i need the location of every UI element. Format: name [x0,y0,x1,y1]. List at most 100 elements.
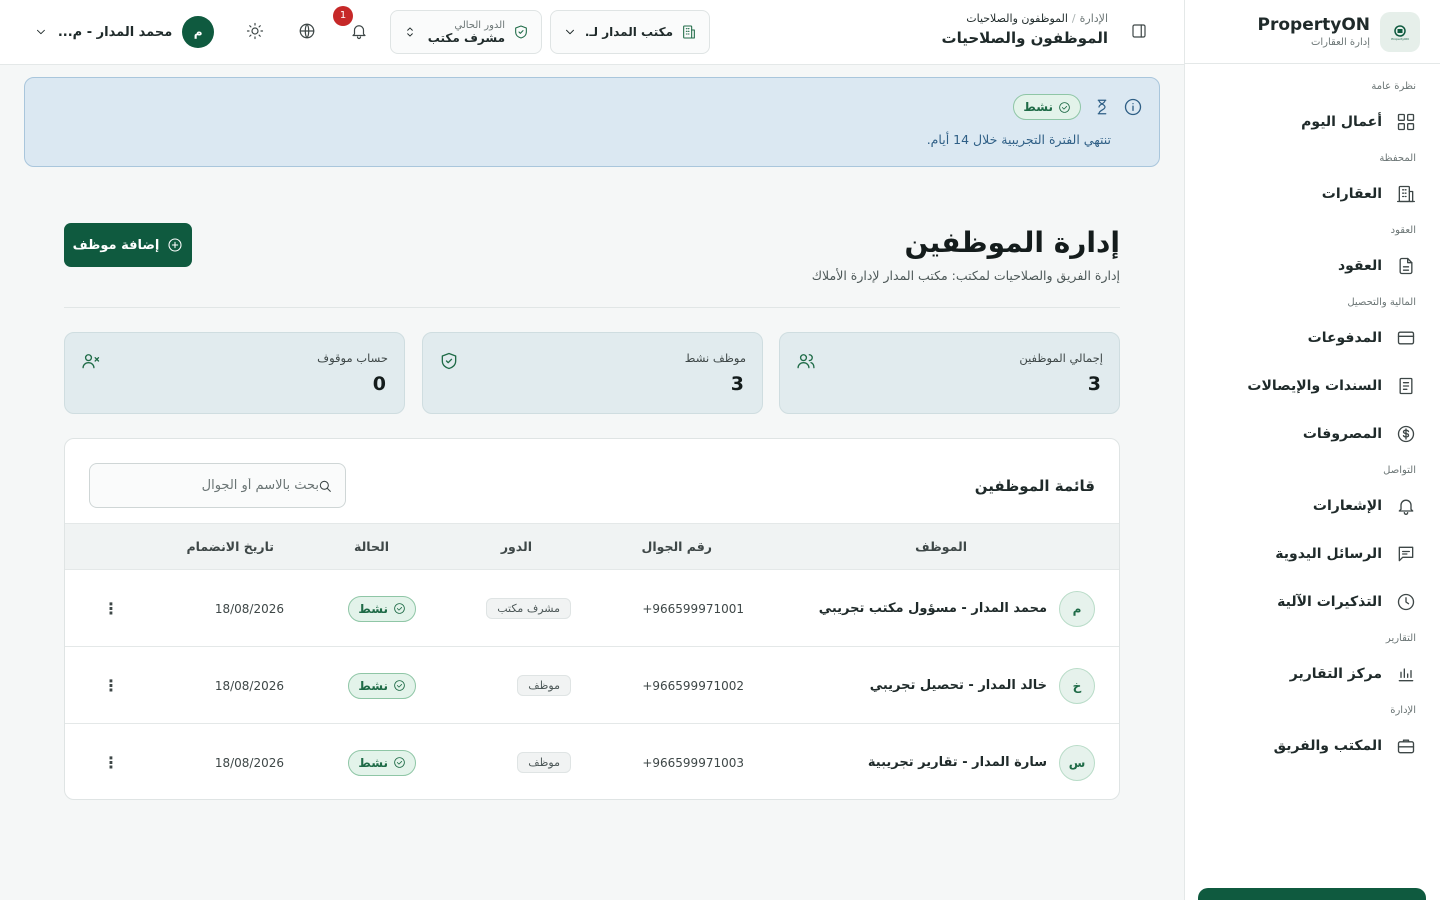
sun-icon [246,22,264,40]
office-select[interactable]: مكتب المدار لـ... [550,10,710,54]
office-select-value: مكتب المدار لـ... [585,25,673,39]
sidebar-item-today[interactable]: أعمال اليوم [1199,102,1426,142]
search-input[interactable] [90,464,345,507]
sidebar-item-expenses[interactable]: المصروفات [1199,414,1426,454]
avatar: س [1059,744,1095,781]
nav-section-title: التقارير [1385,633,1416,644]
role-select-label: الدور الحالي [454,19,505,31]
sidebar-item-contracts[interactable]: العقود [1199,246,1426,286]
row-actions-menu-icon[interactable]: ⋮ [103,599,119,618]
role-select-value: مشرف مكتب [427,30,505,45]
table-row[interactable]: م محمد المدار - مسؤول مكتب تجريبي +96659… [65,570,1119,647]
role-badge: موظف [517,675,571,696]
row-actions-menu-icon[interactable]: ⋮ [103,753,119,772]
breadcrumb: الإدارة/الموظفون والصلاحيات الموظفون وال… [941,12,1109,47]
row-actions-menu-icon[interactable]: ⋮ [103,676,119,695]
shield-check-icon [515,25,527,39]
brand-name: PropertyON [1257,15,1371,35]
stat-value: 3 [1087,373,1101,395]
brand-subtitle: إدارة العقارات [1310,37,1370,48]
language-button[interactable] [298,22,316,40]
breadcrumb-parent[interactable]: الإدارة [1080,12,1108,25]
employee-name: محمد المدار - مسؤول مكتب تجريبي [818,601,1047,616]
sidebar-item-label: العقارات [1321,186,1382,202]
join-date: 18/08/2026 [214,678,284,693]
sidebar-item-reports[interactable]: مركز التقارير [1199,654,1426,694]
bell-icon [1398,499,1414,515]
phone-number: +966599971003 [642,755,744,770]
nav-section-title: المالية والتحصيل [1347,297,1416,308]
receipt-icon [1399,377,1413,395]
stat-label: موظف نشط [684,351,746,365]
column-header-phone[interactable]: رقم الجوال [642,539,713,554]
nav-section-title: العقود [1390,225,1416,236]
employees-table-card: قائمة الموظفين الموظف رقم الجوال الدور ا… [64,438,1120,800]
sidebar-item-properties[interactable]: العقارات [1199,174,1426,214]
sidebar-toggle-button[interactable] [1130,22,1148,40]
chevron-updown-icon [407,27,413,37]
sidebar-item-manual-messages[interactable]: الرسائل اليدوية [1199,534,1426,574]
status-badge: نشط [348,595,416,622]
avatar: خ [1059,667,1095,704]
add-employee-button[interactable]: إضافة موظف [64,223,192,267]
sidebar-item-notifications[interactable]: الإشعارات [1199,486,1426,526]
chevron-down-icon [566,29,574,35]
status-badge: نشط [348,749,416,776]
sidebar-item-label: مركز التقارير [1289,666,1382,682]
info-icon [1124,98,1142,116]
brand: PropertyON PropertyON إدارة العقارات [1185,0,1440,64]
table-row[interactable]: خ خالد المدار - تحصيل تجريبي +9665999710… [65,647,1119,724]
column-header-joined[interactable]: تاريخ الانضمام [187,539,274,554]
notifications-button[interactable] [350,22,368,40]
column-header-employee[interactable]: الموظف [915,539,967,554]
page-title: إدارة الموظفين [904,226,1120,259]
join-date: 18/08/2026 [214,755,284,770]
sidebar-active-item[interactable] [1198,888,1426,900]
nav-section-title: نظرة عامة [1371,81,1416,92]
user-menu[interactable]: م محمد المدار - م... [34,16,214,48]
check-circle-icon [394,680,405,691]
employee-name: سارة المدار - تقارير تجريبية [867,755,1047,770]
sidebar-item-label: السندات والإيصالات [1247,378,1382,394]
briefcase-icon [1397,739,1415,754]
check-circle-icon [1059,101,1070,113]
stat-card-suspended: حساب موقوف 0 [64,332,405,414]
table-row[interactable]: س سارة المدار - تقارير تجريبية +96659997… [65,724,1119,799]
trial-message: تنتهي الفترة التجريبية خلال 14 أيام. [926,132,1111,147]
table-title: قائمة الموظفين [974,477,1095,495]
message-icon [1398,546,1414,562]
sidebar-item-label: المصروفات [1302,426,1382,442]
employee-name: خالد المدار - تحصيل تجريبي [869,678,1047,693]
avatar: م [182,16,214,48]
sidebar-collapse-icon [1132,24,1146,38]
phone-number: +966599971001 [642,601,744,616]
users-icon [797,354,815,369]
role-select[interactable]: الدور الحالي مشرف مكتب [390,10,542,54]
brand-logo: PropertyON [1380,11,1420,52]
document-icon [1399,257,1413,275]
stat-card-total: إجمالي الموظفين 3 [779,332,1120,414]
check-circle-icon [394,603,405,614]
column-header-status[interactable]: الحالة [354,539,389,554]
sidebar-item-auto-reminders[interactable]: التذكيرات الآلية [1199,582,1426,622]
role-badge: مشرف مكتب [486,598,571,619]
nav-section-title: الإدارة [1390,705,1416,716]
user-name: محمد المدار - م... [57,24,173,40]
column-header-role[interactable]: الدور [501,539,532,554]
globe-icon [299,23,315,39]
sidebar-item-payments[interactable]: المدفوعات [1199,318,1426,358]
sidebar-item-office-team[interactable]: المكتب والفريق [1199,726,1426,766]
top-header: الإدارة/الموظفون والصلاحيات الموظفون وال… [0,0,1184,65]
theme-toggle-button[interactable] [246,22,264,40]
check-circle-icon [394,757,405,768]
bar-chart-icon [1398,668,1414,682]
sidebar-item-receipts[interactable]: السندات والإيصالات [1199,366,1426,406]
sidebar-item-label: الإشعارات [1312,498,1382,514]
phone-number: +966599971002 [642,678,744,693]
search-box [89,463,346,508]
sidebar-nav: نظرة عامة أعمال اليوم المحفظة العقارات ا… [1185,64,1440,766]
grid-icon [1397,113,1415,131]
join-date: 18/08/2026 [214,601,284,616]
nav-section-title: التواصل [1383,465,1416,476]
nav-section-title: المحفظة [1379,153,1416,164]
